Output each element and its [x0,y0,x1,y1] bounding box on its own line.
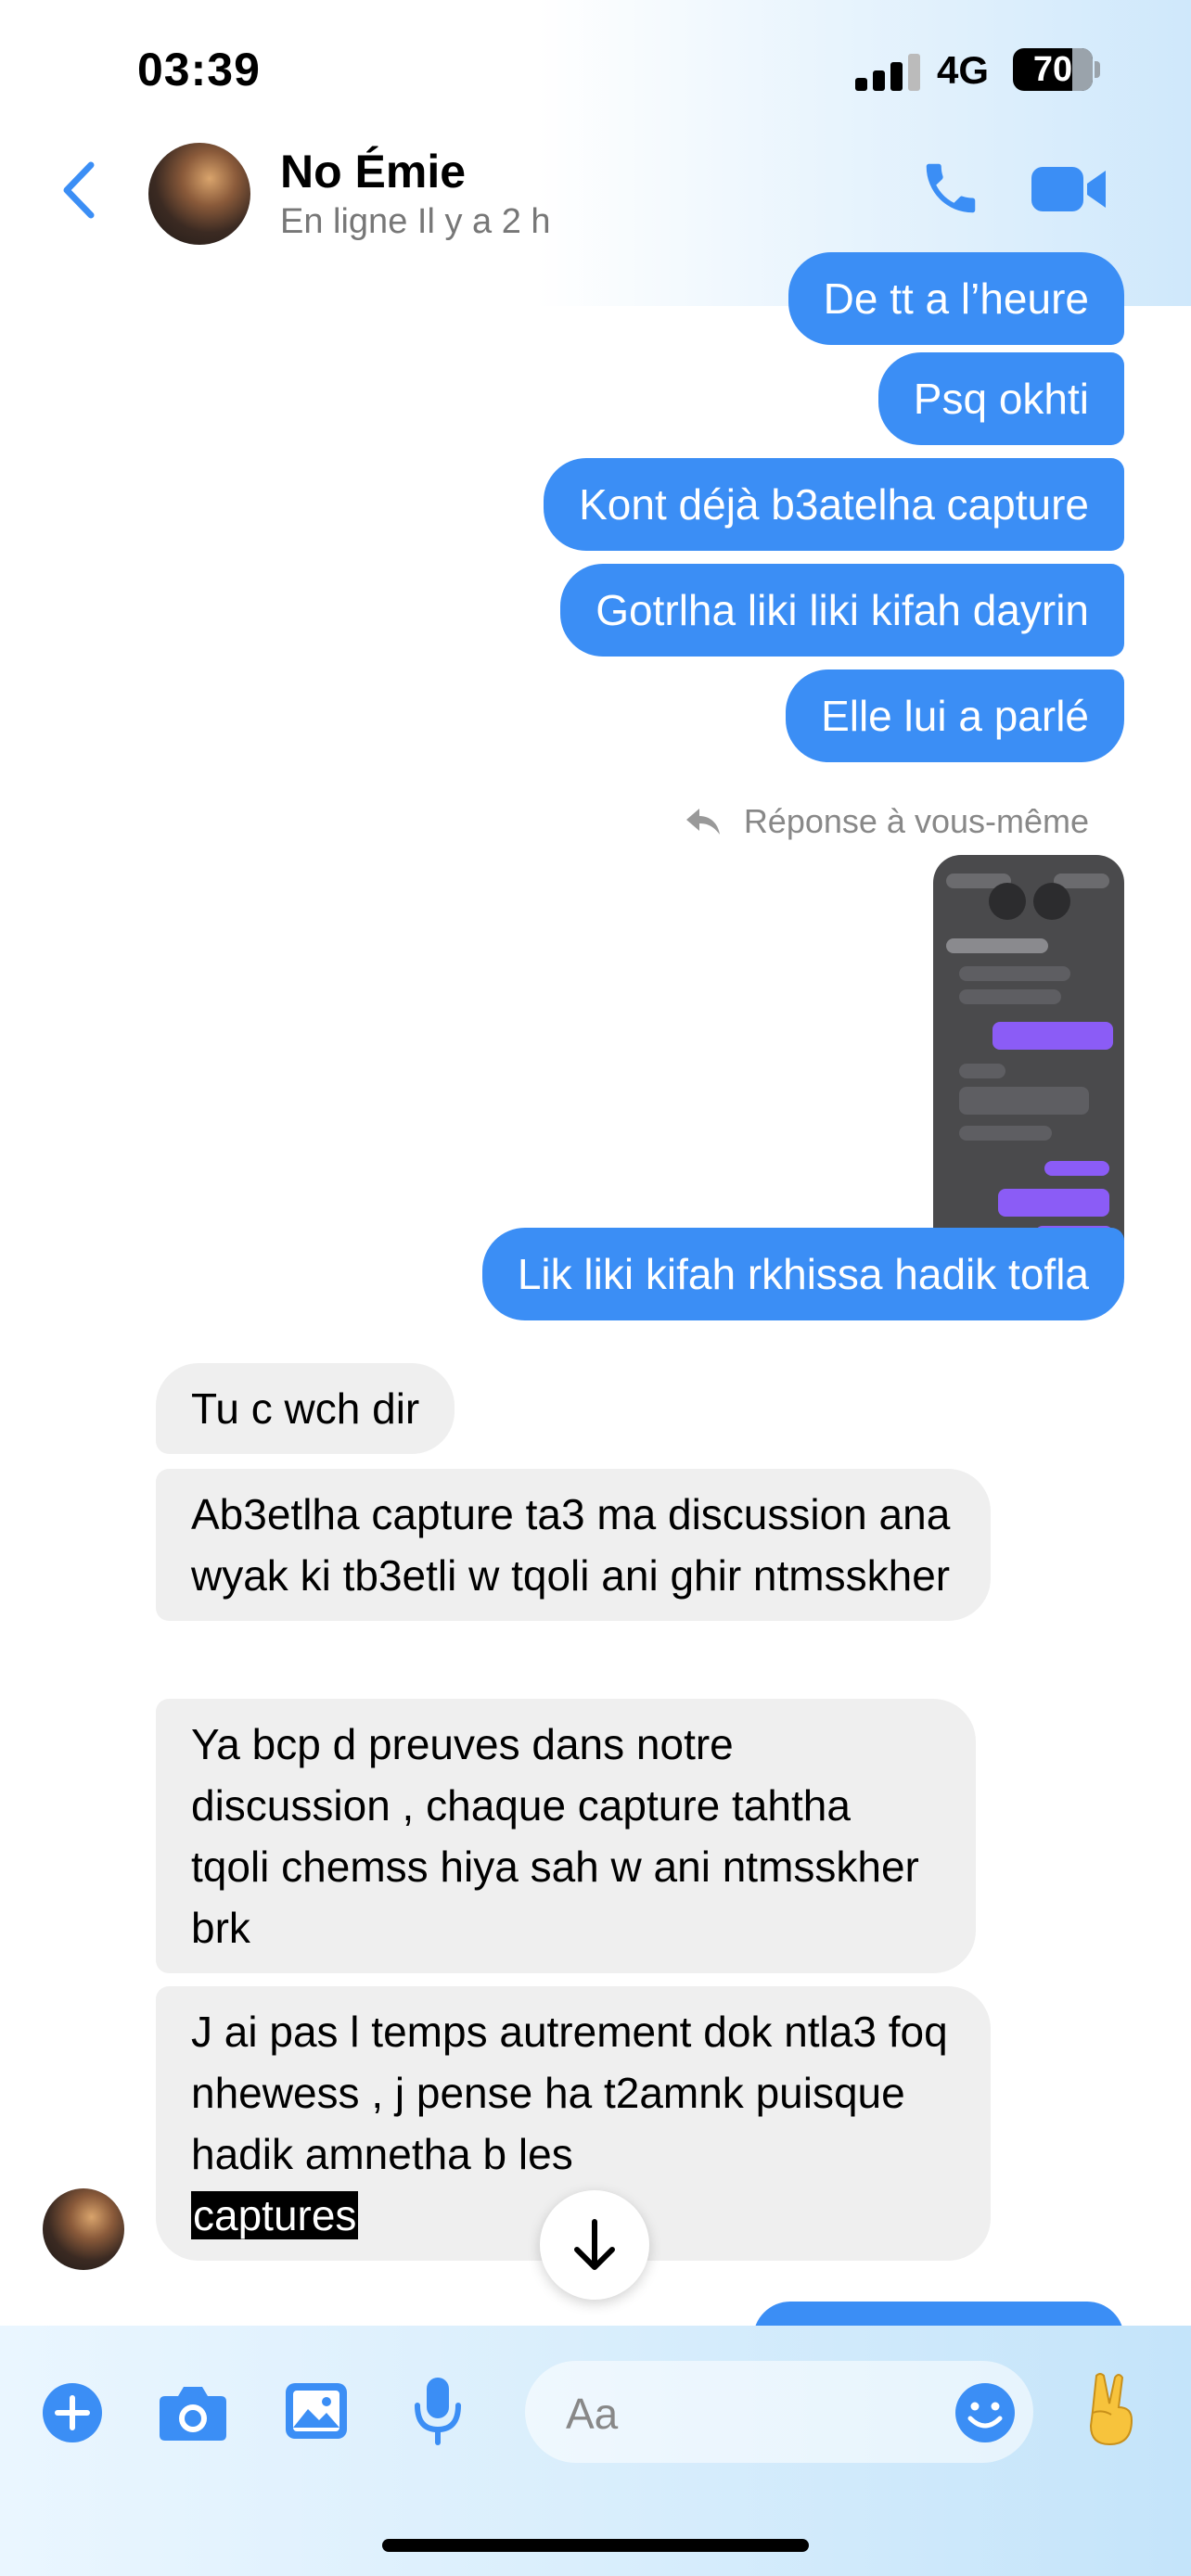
network-type: 4G [937,48,990,92]
highlighted-text: captures [191,2191,359,2239]
incoming-message[interactable]: Ab3etlha capture ta3 ma discussion ana w… [156,1469,991,1621]
video-camera-icon[interactable] [1031,163,1108,215]
outgoing-message[interactable]: Psq okhti [877,352,1124,445]
cellular-signal-icon [855,54,920,91]
outgoing-message[interactable]: De tt a l’heure [788,252,1124,345]
image-icon[interactable] [284,2381,349,2441]
screenshot-attachment[interactable] [933,855,1124,1254]
reply-note: Réponse à vous-même [743,802,1089,840]
contact-name[interactable]: No Émie [280,145,466,198]
incoming-message[interactable]: Ya bcp d preuves dans notre discussion ,… [156,1699,976,1973]
incoming-message[interactable]: Tu c wch dir [156,1363,455,1454]
chat-header: No Émie En ligne Il y a 2 h [0,139,1191,250]
contact-avatar-small [43,2188,124,2270]
message-input-placeholder: Aa [566,2390,619,2438]
home-indicator [382,2539,809,2552]
microphone-icon[interactable] [412,2376,464,2446]
camera-icon[interactable] [158,2383,228,2442]
message-list[interactable]: De tt a l’heure Psq okhti Kont déjà b3at… [0,250,1191,2337]
contact-status: En ligne Il y a 2 h [280,202,551,241]
contact-avatar[interactable] [148,143,250,245]
emoji-icon[interactable] [954,2381,1017,2444]
plus-icon[interactable] [41,2381,104,2444]
battery-level: 70 [1032,50,1073,89]
status-bar: 03:39 4G 70 [0,0,1191,139]
outgoing-message[interactable]: Elle lui a parlé [786,670,1124,762]
phone-icon[interactable] [918,156,983,221]
outgoing-message[interactable]: Kont déjà b3atelha capture [544,458,1124,551]
outgoing-message[interactable]: Lik liki kifah rkhissa hadik tofla [481,1228,1124,1320]
message-input[interactable]: Aa [525,2361,1033,2463]
arrow-down-icon [574,2219,615,2270]
battery-icon: 70 [1013,48,1102,91]
reply-icon [686,809,720,835]
incoming-message-text: J ai pas l temps autrement dok ntla3 foq… [191,2008,948,2178]
outgoing-message[interactable]: Gotrlha liki liki kifah dayrin [560,564,1124,657]
scroll-to-bottom-button[interactable] [540,2190,649,2300]
status-time: 03:39 [137,44,261,96]
composer-bar: Aa [0,2326,1191,2493]
chevron-left-icon[interactable] [56,158,102,223]
peace-hand-icon[interactable] [1083,2370,1139,2448]
